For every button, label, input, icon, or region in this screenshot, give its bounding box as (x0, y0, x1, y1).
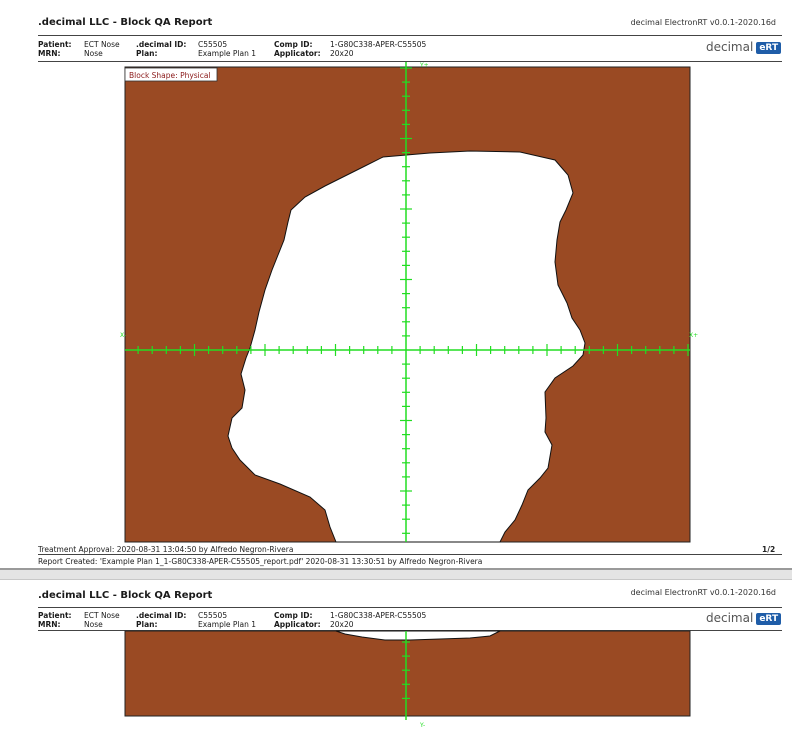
report-page-2: .decimal LLC - Block QA Report decimal E… (0, 580, 792, 742)
treatment-approval: Treatment Approval: 2020-08-31 13:04:50 … (38, 545, 294, 554)
block-shape-view: X- X+ Y+ Block Shape: Physical (120, 62, 698, 543)
axis-label-x-plus: X+ (689, 332, 698, 339)
block-shape-view-p2: Y- (124, 630, 691, 729)
footer-rule (38, 554, 782, 555)
block-field-p2 (124, 630, 691, 717)
page-number: 1/2 (762, 545, 776, 554)
page-separator (0, 568, 792, 580)
axis-label-x-minus: X- (120, 332, 126, 339)
report-page-1: .decimal LLC - Block QA Report decimal E… (0, 0, 792, 568)
axis-label-y-plus: Y+ (419, 62, 429, 69)
axis-label-y-minus: Y- (419, 722, 425, 729)
block-shape-label: Block Shape: Physical (129, 71, 211, 80)
report-created: Report Created: 'Example Plan 1_1-G80C33… (38, 557, 483, 566)
